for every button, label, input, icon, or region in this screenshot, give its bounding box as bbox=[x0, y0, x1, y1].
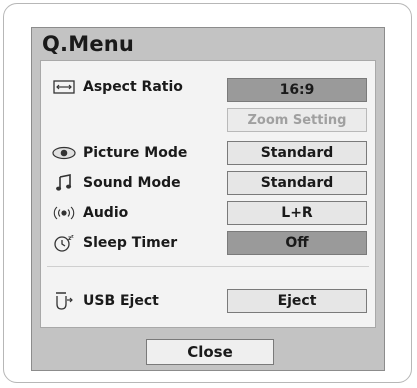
menu-title: Q.Menu bbox=[42, 32, 135, 56]
sleep-timer-icon: z z bbox=[51, 233, 77, 253]
zoom-setting-button[interactable]: Zoom Setting bbox=[227, 108, 367, 132]
picture-mode-label: Picture Mode bbox=[83, 145, 188, 161]
sound-mode-value[interactable]: Standard bbox=[227, 171, 367, 195]
audio-waves-icon bbox=[51, 203, 77, 223]
eye-icon bbox=[51, 143, 77, 163]
picture-mode-row-label: Picture Mode bbox=[51, 141, 187, 165]
close-button[interactable]: Close bbox=[146, 339, 274, 365]
usb-eject-icon bbox=[51, 291, 77, 311]
aspect-ratio-icon bbox=[51, 77, 77, 97]
aspect-ratio-label: Aspect Ratio bbox=[83, 79, 183, 95]
sound-mode-label: Sound Mode bbox=[83, 175, 181, 191]
menu-content: Aspect Ratio 16:9 Zoom Setting Picture M… bbox=[40, 60, 376, 328]
picture-mode-value[interactable]: Standard bbox=[227, 141, 367, 165]
music-note-icon bbox=[51, 173, 77, 193]
svg-text:z: z bbox=[71, 235, 74, 240]
audio-row-label: Audio bbox=[51, 201, 128, 225]
usb-eject-row-label: USB Eject bbox=[51, 289, 159, 313]
usb-eject-button[interactable]: Eject bbox=[227, 289, 367, 313]
aspect-ratio-value[interactable]: 16:9 bbox=[227, 78, 367, 102]
separator bbox=[47, 266, 369, 267]
sound-mode-row-label: Sound Mode bbox=[51, 171, 181, 195]
audio-value[interactable]: L+R bbox=[227, 201, 367, 225]
audio-label: Audio bbox=[83, 205, 129, 221]
usb-eject-label: USB Eject bbox=[83, 293, 159, 309]
sleep-timer-value[interactable]: Off bbox=[227, 231, 367, 255]
sleep-timer-label: Sleep Timer bbox=[83, 235, 178, 251]
sleep-timer-row-label: z z Sleep Timer bbox=[51, 231, 177, 255]
q-menu-panel: Q.Menu Aspect Ratio 16:9 Zoom Setting Pi… bbox=[31, 27, 385, 371]
aspect-ratio-row-label: Aspect Ratio bbox=[51, 75, 183, 99]
